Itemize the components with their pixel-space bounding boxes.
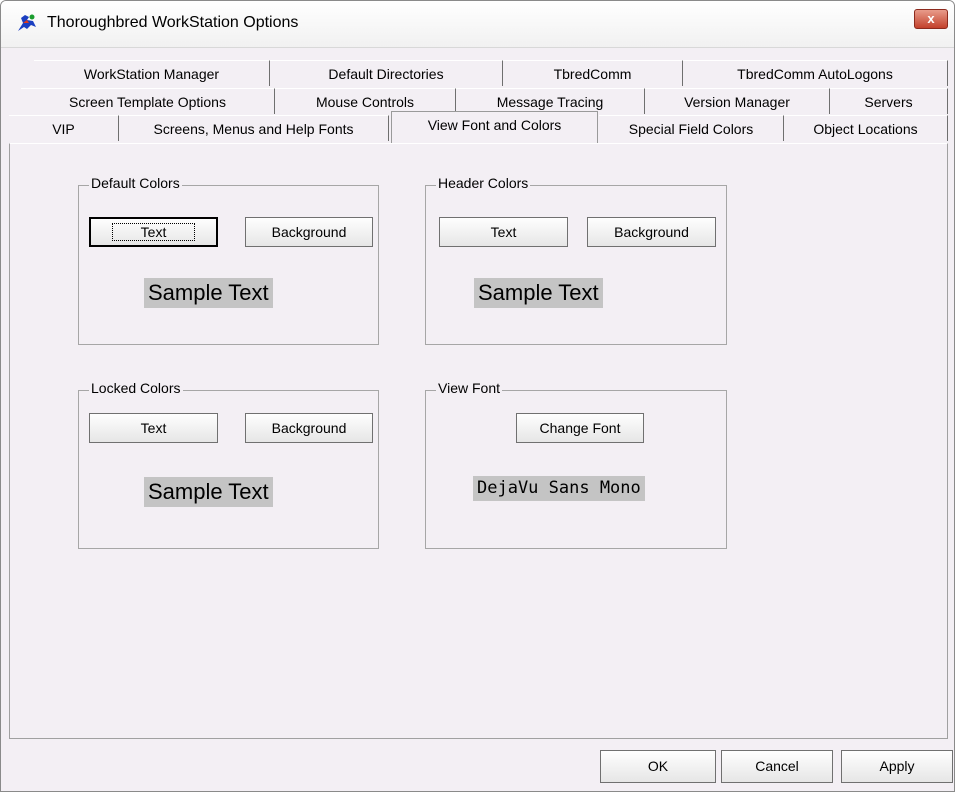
default-sample-text: Sample Text <box>144 278 273 308</box>
header-sample-text: Sample Text <box>474 278 603 308</box>
close-button[interactable]: x <box>914 9 948 29</box>
default-text-button[interactable]: Text <box>89 217 218 247</box>
title-bar: Thoroughbred WorkStation Options x <box>1 1 954 48</box>
tab-default-directories[interactable]: Default Directories <box>270 60 503 86</box>
view-font-label: View Font <box>436 380 502 396</box>
default-colors-group: Default Colors Text Background Sample Te… <box>78 175 379 345</box>
tab-screens-menus-help-fonts[interactable]: Screens, Menus and Help Fonts <box>119 115 389 141</box>
locked-colors-group: Locked Colors Text Background Sample Tex… <box>78 380 379 549</box>
tab-vip[interactable]: VIP <box>9 115 119 141</box>
change-font-button[interactable]: Change Font <box>516 413 644 443</box>
apply-button[interactable]: Apply <box>841 750 953 783</box>
thoroughbred-horse-icon <box>18 14 36 31</box>
tab-view-font-and-colors[interactable]: View Font and Colors <box>391 111 598 143</box>
view-font-sample: DejaVu Sans Mono <box>473 476 645 501</box>
tab-tbredcomm-autologons[interactable]: TbredComm AutoLogons <box>683 60 948 86</box>
default-colors-label: Default Colors <box>89 175 182 191</box>
default-background-button[interactable]: Background <box>245 217 373 247</box>
tab-tbredcomm[interactable]: TbredComm <box>503 60 683 86</box>
cancel-button[interactable]: Cancel <box>721 750 833 783</box>
tab-screen-template-options[interactable]: Screen Template Options <box>21 88 275 114</box>
tab-version-manager[interactable]: Version Manager <box>645 88 830 114</box>
view-font-group: View Font Change Font DejaVu Sans Mono <box>425 380 727 549</box>
tab-workstation-manager[interactable]: WorkStation Manager <box>34 60 270 86</box>
locked-sample-text: Sample Text <box>144 477 273 507</box>
tab-special-field-colors[interactable]: Special Field Colors <box>599 115 784 141</box>
view-font-colors-panel: Default Colors Text Background Sample Te… <box>9 143 948 739</box>
header-text-button[interactable]: Text <box>439 217 568 247</box>
header-background-button[interactable]: Background <box>587 217 716 247</box>
locked-background-button[interactable]: Background <box>245 413 373 443</box>
ok-button[interactable]: OK <box>600 750 716 783</box>
tab-servers[interactable]: Servers <box>830 88 948 114</box>
locked-text-button[interactable]: Text <box>89 413 218 443</box>
locked-colors-label: Locked Colors <box>89 380 183 396</box>
tab-object-locations[interactable]: Object Locations <box>784 115 948 141</box>
options-window: Thoroughbred WorkStation Options x WorkS… <box>0 0 955 792</box>
header-colors-group: Header Colors Text Background Sample Tex… <box>425 175 727 345</box>
header-colors-label: Header Colors <box>436 175 531 191</box>
close-icon: x <box>927 11 935 26</box>
window-title: Thoroughbred WorkStation Options <box>47 14 299 31</box>
tab-strip: WorkStation Manager Default Directories … <box>9 51 948 147</box>
